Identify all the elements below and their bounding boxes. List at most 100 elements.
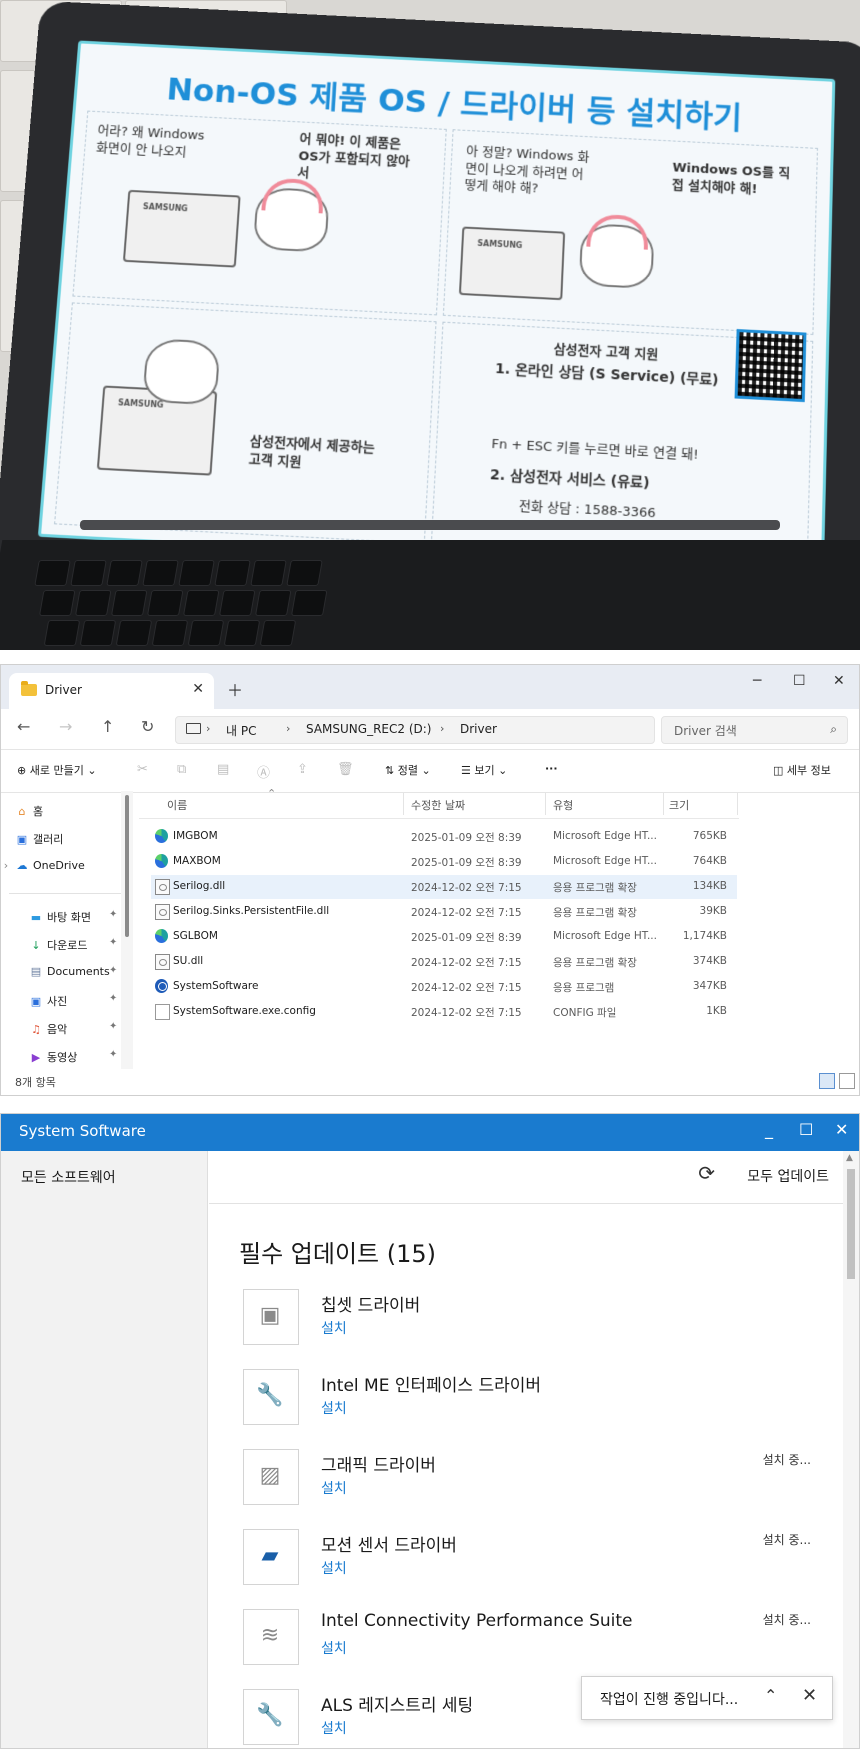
back-arrow-icon[interactable]: ← — [17, 717, 30, 736]
install-link[interactable]: 설치 — [321, 1638, 347, 1658]
keyboard-key — [43, 620, 81, 646]
keyboard-key — [259, 620, 297, 646]
pin-icon[interactable]: ✦ — [109, 937, 117, 948]
details-view-icon[interactable] — [819, 1073, 835, 1089]
file-row[interactable]: IMGBOM 2025-01-09 오전 8:39 Microsoft Edge… — [151, 825, 737, 849]
pin-icon[interactable]: ✦ — [109, 993, 117, 1004]
driver-name: Intel Connectivity Performance Suite — [321, 1611, 633, 1631]
column-header-date[interactable]: 수정한 날짜 — [411, 797, 465, 813]
file-date: 2025-01-09 오전 8:39 — [411, 857, 522, 869]
sidebar-item-music[interactable]: ♫ 음악 — [29, 1021, 67, 1037]
pin-icon[interactable]: ✦ — [109, 909, 117, 920]
keyboard-key — [223, 620, 261, 646]
chevron-up-icon[interactable]: ⌃ — [764, 1686, 777, 1705]
chevron-right-icon: › — [440, 722, 445, 735]
delete-icon[interactable]: 🗑 — [337, 762, 354, 777]
file-row[interactable]: SGLBOM 2025-01-09 오전 8:39 Microsoft Edge… — [151, 925, 737, 949]
chevron-down-icon: ⌄ — [421, 764, 431, 777]
sidebar-item-gallery[interactable]: ▣ 갤러리 — [15, 831, 64, 847]
qr-code — [734, 329, 807, 403]
up-arrow-icon[interactable]: ↑ — [101, 717, 114, 736]
view-button[interactable]: ☰ 보기 ⌄ — [461, 762, 507, 778]
refresh-icon[interactable]: ↻ — [141, 717, 154, 736]
paste-icon[interactable]: ▤ — [217, 762, 229, 777]
nav-all-software[interactable]: 모든 소프트웨어 — [21, 1167, 116, 1187]
file-row[interactable]: SystemSoftware 2024-12-02 오전 7:15 응용 프로그… — [151, 975, 737, 999]
breadcrumb-drive[interactable]: SAMSUNG_REC2 (D:) — [306, 722, 431, 736]
file-row[interactable]: Serilog.Sinks.PersistentFile.dll 2024-12… — [151, 900, 737, 924]
install-link[interactable]: 설치 — [321, 1558, 347, 1578]
sidebar-item-onedrive[interactable]: › ☁ OneDrive — [1, 859, 85, 872]
scroll-up-icon[interactable]: ▲ — [846, 1153, 853, 1163]
file-name: SystemSoftware.exe.config — [173, 1005, 316, 1017]
more-options-icon[interactable]: ··· — [545, 762, 558, 775]
sidebar-item-home[interactable]: ⌂ 홈 — [15, 803, 44, 819]
install-link[interactable]: 설치 — [321, 1398, 347, 1418]
pin-icon[interactable]: ✦ — [109, 1021, 117, 1032]
install-link[interactable]: 설치 — [321, 1478, 347, 1498]
search-icon: ⌕ — [830, 722, 837, 736]
keyboard-key — [286, 560, 323, 586]
tiles-view-icon[interactable] — [839, 1073, 855, 1089]
sidebar-item-downloads[interactable]: ↓ 다운로드 — [29, 937, 87, 953]
driver-name: ALS 레지스트리 세팅 — [321, 1696, 474, 1716]
syssw-scrollbar[interactable]: ▲ — [843, 1151, 859, 1748]
search-input[interactable]: Driver 검색 ⌕ — [661, 716, 848, 744]
sidebar-scrollbar-thumb[interactable] — [125, 795, 129, 937]
maximize-icon[interactable]: ☐ — [793, 673, 806, 689]
minimize-icon[interactable]: ─ — [753, 673, 761, 689]
cut-icon[interactable]: ✂ — [137, 762, 148, 777]
file-date: 2024-12-02 오전 7:15 — [411, 907, 522, 919]
close-window-icon[interactable]: ✕ — [833, 673, 845, 689]
column-separator[interactable] — [737, 793, 738, 815]
close-icon[interactable]: ✕ — [802, 1685, 817, 1706]
close-tab-icon[interactable]: ✕ — [192, 681, 204, 697]
sort-ascending-icon: ⌃ — [267, 787, 277, 800]
column-header-size[interactable]: 크기 — [669, 797, 689, 813]
install-link[interactable]: 설치 — [321, 1718, 347, 1738]
maximize-icon[interactable]: ☐ — [799, 1120, 813, 1139]
keyboard-key — [214, 560, 251, 586]
column-header-type[interactable]: 유형 — [553, 797, 573, 813]
sidebar-item-pictures[interactable]: ▣ 사진 — [29, 993, 67, 1009]
file-name: SU.dll — [173, 955, 204, 967]
minimize-icon[interactable]: _ — [765, 1120, 773, 1139]
new-tab-icon[interactable]: ＋ — [227, 677, 243, 701]
plus-circle-icon: ⊕ — [17, 764, 27, 777]
sidebar-item-documents[interactable]: ▤ Documents — [29, 965, 110, 978]
details-pane-button[interactable]: ◫ 세부 정보 — [773, 762, 831, 778]
close-window-icon[interactable]: ✕ — [835, 1120, 848, 1139]
breadcrumb-driver[interactable]: Driver — [460, 722, 497, 736]
forward-arrow-icon[interactable]: → — [59, 717, 72, 736]
pin-icon[interactable]: ✦ — [109, 1049, 117, 1060]
breadcrumb-my-pc[interactable]: 내 PC — [226, 722, 256, 739]
column-separator[interactable] — [403, 793, 404, 815]
sidebar-item-desktop[interactable]: ▬ 바탕 화면 — [29, 909, 91, 925]
column-separator[interactable] — [545, 793, 546, 815]
tab-driver[interactable]: Driver ✕ — [9, 673, 214, 709]
column-separator[interactable] — [663, 793, 664, 815]
rename-icon[interactable]: Ⓐ — [257, 762, 270, 781]
file-row[interactable]: SystemSoftware.exe.config 2024-12-02 오전 … — [151, 1000, 737, 1024]
copy-icon[interactable]: ⧉ — [177, 762, 186, 777]
explorer-statusbar: 8개 항목 — [1, 1069, 859, 1095]
file-row[interactable]: SU.dll 2024-12-02 오전 7:15 응용 프로그램 확장 374… — [151, 950, 737, 974]
pin-icon[interactable]: ✦ — [109, 965, 117, 976]
keyboard-key — [254, 590, 292, 616]
address-bar[interactable]: › 내 PC › SAMSUNG_REC2 (D:) › Driver — [175, 716, 655, 744]
file-type: 응용 프로그램 확장 — [553, 882, 637, 894]
file-row-selected[interactable]: Serilog.dll 2024-12-02 오전 7:15 응용 프로그램 확… — [151, 875, 737, 899]
sidebar-item-videos[interactable]: ▶ 동영상 — [29, 1049, 78, 1065]
file-name: SystemSoftware — [173, 980, 259, 992]
panel3-box: Windows OS를 직접 설치해야 해! — [671, 160, 791, 197]
file-size: 134KB — [692, 880, 727, 892]
install-link[interactable]: 설치 — [321, 1318, 347, 1338]
update-all-button[interactable]: 모두 업데이트 — [747, 1166, 829, 1186]
new-button[interactable]: ⊕ 새로 만들기 ⌄ — [17, 762, 97, 778]
column-header-name[interactable]: 이름 — [167, 797, 187, 813]
scrollbar-thumb[interactable] — [847, 1169, 855, 1279]
refresh-icon[interactable]: ⟳ — [698, 1161, 715, 1185]
sort-button[interactable]: ⇅ 정렬 ⌄ — [385, 762, 431, 778]
share-icon[interactable]: ⇪ — [297, 762, 308, 777]
file-row[interactable]: MAXBOM 2025-01-09 오전 8:39 Microsoft Edge… — [151, 850, 737, 874]
